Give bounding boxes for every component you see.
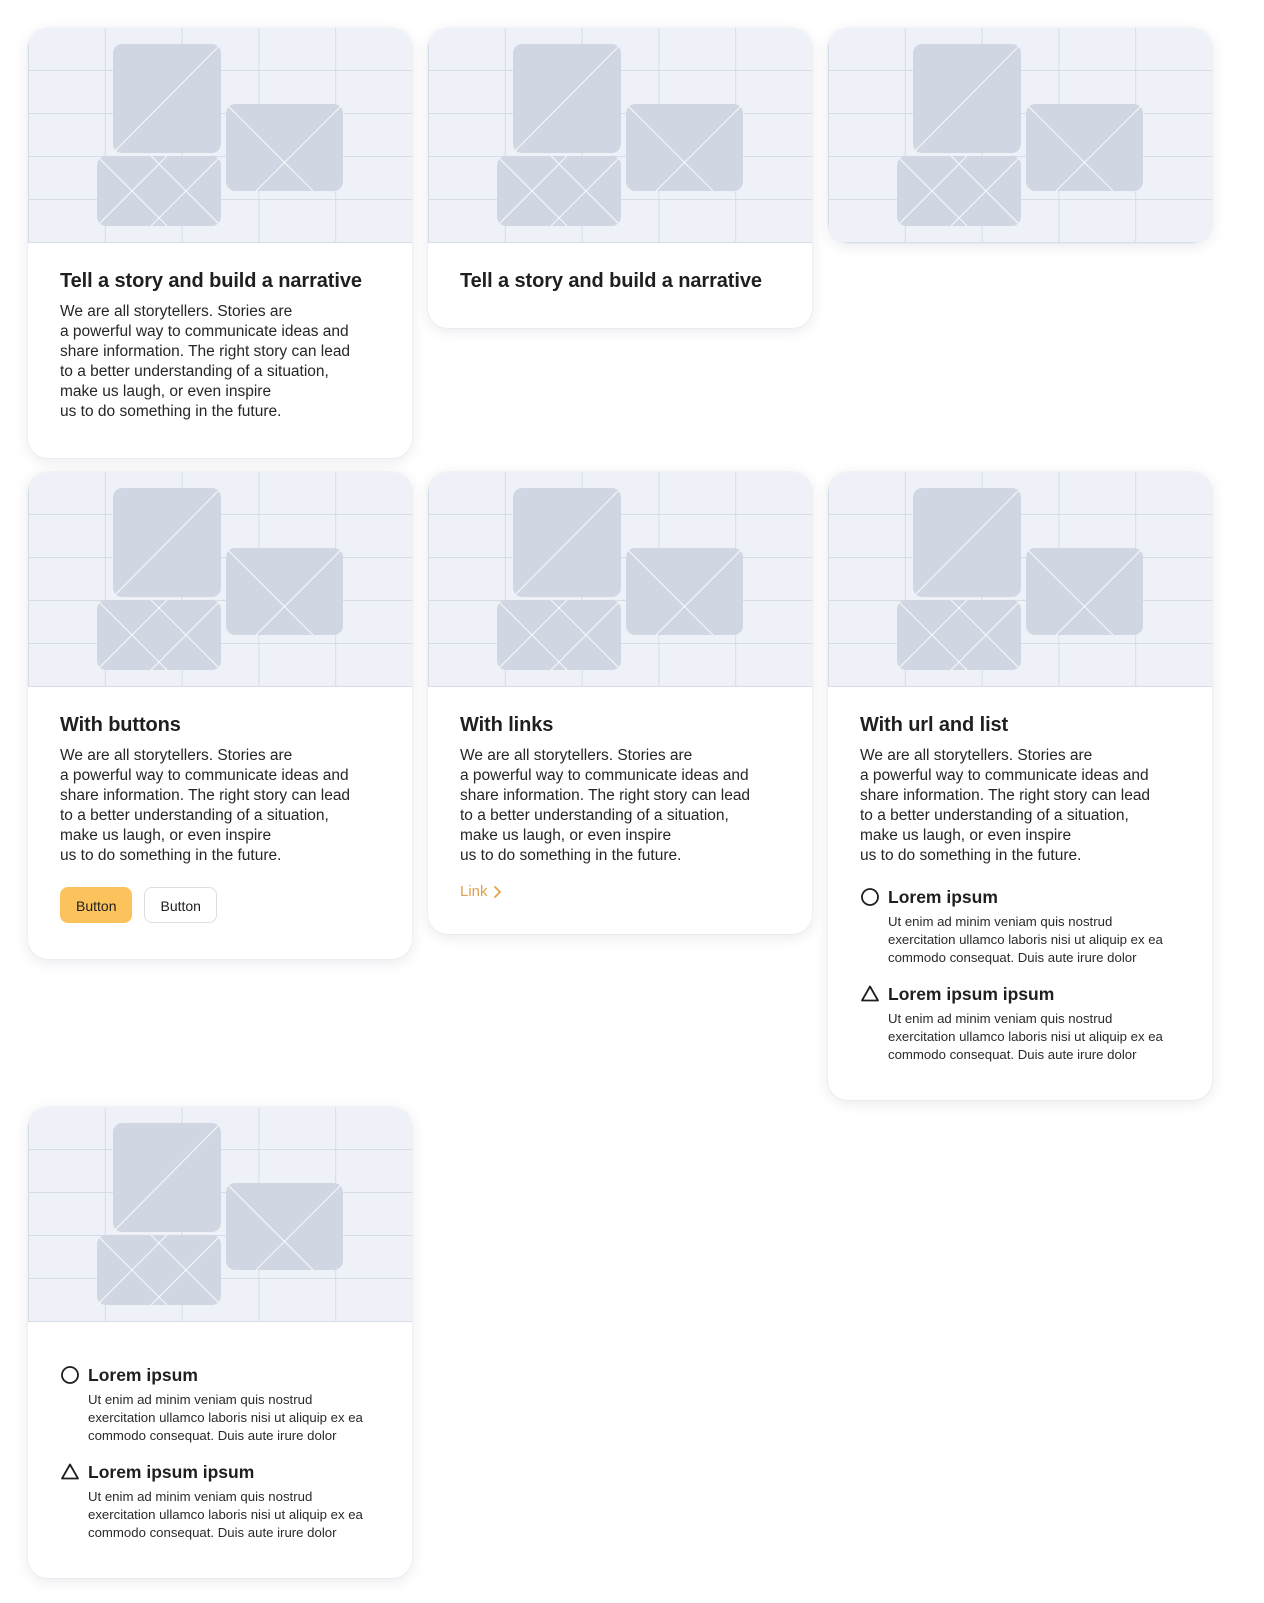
image-placeholder-icon (828, 472, 1212, 687)
card-title: With links (460, 714, 554, 736)
primary-button[interactable]: Button (60, 887, 133, 923)
image-placeholder-icon (828, 28, 1212, 243)
circle-icon (61, 1366, 79, 1384)
card-description: We are all storytellers. Stories are a p… (860, 747, 1151, 864)
card-title: With buttons (60, 714, 181, 736)
list-item-description: Ut enim ad minim veniam quis nostrud exe… (88, 1392, 363, 1443)
list-item-title: Lorem ipsum (888, 887, 998, 907)
story-card: Tell a story and build a narrative We ar… (28, 28, 412, 458)
secondary-button[interactable]: Button (144, 887, 217, 923)
chevron-right-icon (493, 885, 501, 898)
list-item: Lorem ipsum ipsum Ut enim ad minim venia… (60, 1459, 380, 1542)
triangle-icon (861, 985, 879, 1002)
button-group: Button Button (60, 887, 380, 923)
image-placeholder-icon (428, 28, 812, 243)
list-card: Lorem ipsum Ut enim ad minim veniam quis… (28, 1107, 412, 1578)
image-placeholder-icon (428, 472, 812, 687)
list-item: Lorem ipsum Ut enim ad minim veniam quis… (860, 884, 1180, 967)
card-description: We are all storytellers. Stories are a p… (60, 303, 351, 420)
list-item-description: Ut enim ad minim veniam quis nostrud exe… (888, 914, 1163, 965)
image-placeholder-icon (28, 28, 412, 243)
card-link[interactable]: Link (460, 883, 502, 900)
image-only-card (828, 28, 1212, 243)
links-card: With links We are all storytellers. Stor… (428, 472, 812, 934)
card-title: With url and list (860, 714, 1009, 736)
list-item: Lorem ipsum Ut enim ad minim veniam quis… (60, 1362, 380, 1445)
url-and-list-card: With url and list We are all storyteller… (828, 472, 1212, 1100)
list-item-title: Lorem ipsum (88, 1365, 198, 1385)
list-item-description: Ut enim ad minim veniam quis nostrud exe… (888, 1011, 1163, 1062)
link-label: Link (460, 883, 488, 900)
list-item-title: Lorem ipsum ipsum (888, 984, 1055, 1004)
card-title: Tell a story and build a narrative (60, 270, 362, 292)
image-placeholder-icon (28, 1107, 412, 1322)
list-item: Lorem ipsum ipsum Ut enim ad minim venia… (860, 981, 1180, 1064)
card-description: We are all storytellers. Stories are a p… (460, 747, 751, 864)
card-title: Tell a story and build a narrative (460, 270, 762, 292)
image-placeholder-icon (28, 472, 412, 687)
triangle-icon (61, 1463, 79, 1480)
feature-list: Lorem ipsum Ut enim ad minim veniam quis… (60, 1362, 380, 1542)
card-description: We are all storytellers. Stories are a p… (60, 747, 351, 864)
buttons-card: With buttons We are all storytellers. St… (28, 472, 412, 959)
circle-icon (861, 888, 879, 906)
feature-list: Lorem ipsum Ut enim ad minim veniam quis… (860, 884, 1180, 1064)
story-card-title-only: Tell a story and build a narrative (428, 28, 812, 328)
list-item-description: Ut enim ad minim veniam quis nostrud exe… (88, 1489, 363, 1540)
list-item-title: Lorem ipsum ipsum (88, 1462, 255, 1482)
